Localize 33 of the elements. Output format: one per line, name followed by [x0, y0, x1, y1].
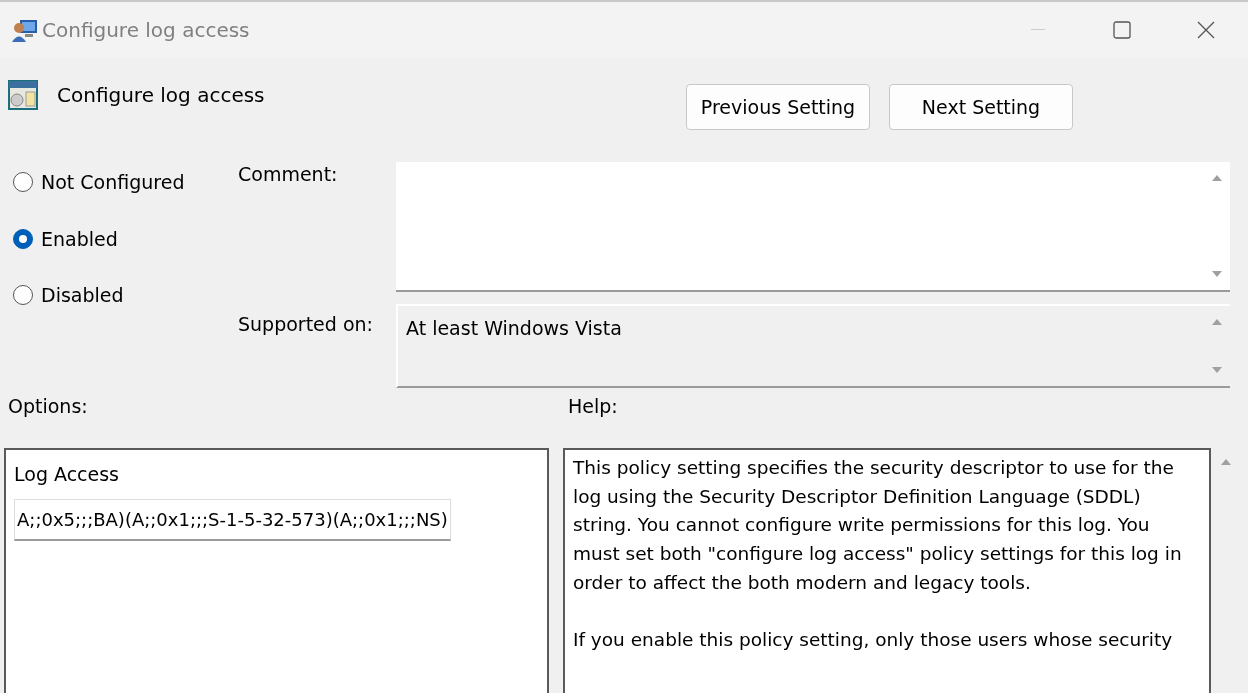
scroll-up-arrow-icon[interactable] [1211, 174, 1223, 182]
scroll-down-arrow-icon[interactable] [1211, 270, 1223, 278]
close-icon [1197, 21, 1215, 39]
scroll-up-arrow-icon[interactable] [1211, 318, 1223, 326]
radio-option[interactable]: Enabled [13, 224, 238, 253]
maximize-icon [1113, 21, 1131, 39]
radio-label: Disabled [41, 283, 124, 308]
radio-button-icon[interactable] [13, 285, 33, 306]
help-paragraph: If you enable this policy setting, only those users whose security [573, 628, 1174, 653]
radio-button-icon[interactable] [13, 228, 33, 249]
computer-user-icon [12, 18, 38, 42]
setting-title: Configure log access [57, 82, 265, 109]
help-label: Help: [568, 394, 618, 419]
radio-label: Not Configured [41, 170, 185, 195]
radio-option[interactable]: Disabled [13, 281, 238, 310]
scroll-up-arrow-icon[interactable] [1220, 458, 1232, 466]
log-access-input[interactable]: A;;0x5;;;BA)(A;;0x1;;;S-1-5-32-573)(A;;0x1;;;NS) [14, 498, 451, 541]
radio-label: Enabled [41, 226, 118, 252]
radio-option[interactable]: Not Configured [13, 168, 238, 197]
setting-nav-button[interactable]: Next Setting [889, 84, 1073, 130]
minimize-icon [1031, 29, 1045, 31]
radio-button-icon[interactable] [13, 172, 33, 193]
window-title: Configure log access [42, 17, 250, 44]
comment-label: Comment: [238, 162, 339, 187]
scroll-down-arrow-icon[interactable] [1211, 366, 1223, 374]
settings-panel-icon [8, 80, 38, 110]
comment-field[interactable] [396, 162, 1230, 292]
options-label: Options: [8, 394, 89, 419]
help-paragraph: This policy setting specifies the security descriptor to use for the log using the Security Descriptor Definition Language (SDDL) string. You cannot configure write permissions for this log. You must set both "configure log access" policy settings for this log in order to affect the both modern and legacy tools. [573, 456, 1183, 595]
supported-on-value: At least Windows Vista [405, 316, 623, 341]
field-label: Log Access [14, 462, 120, 487]
setting-nav-button[interactable]: Previous Setting [686, 84, 870, 130]
supported-on-label: Supported on: [238, 311, 374, 337]
